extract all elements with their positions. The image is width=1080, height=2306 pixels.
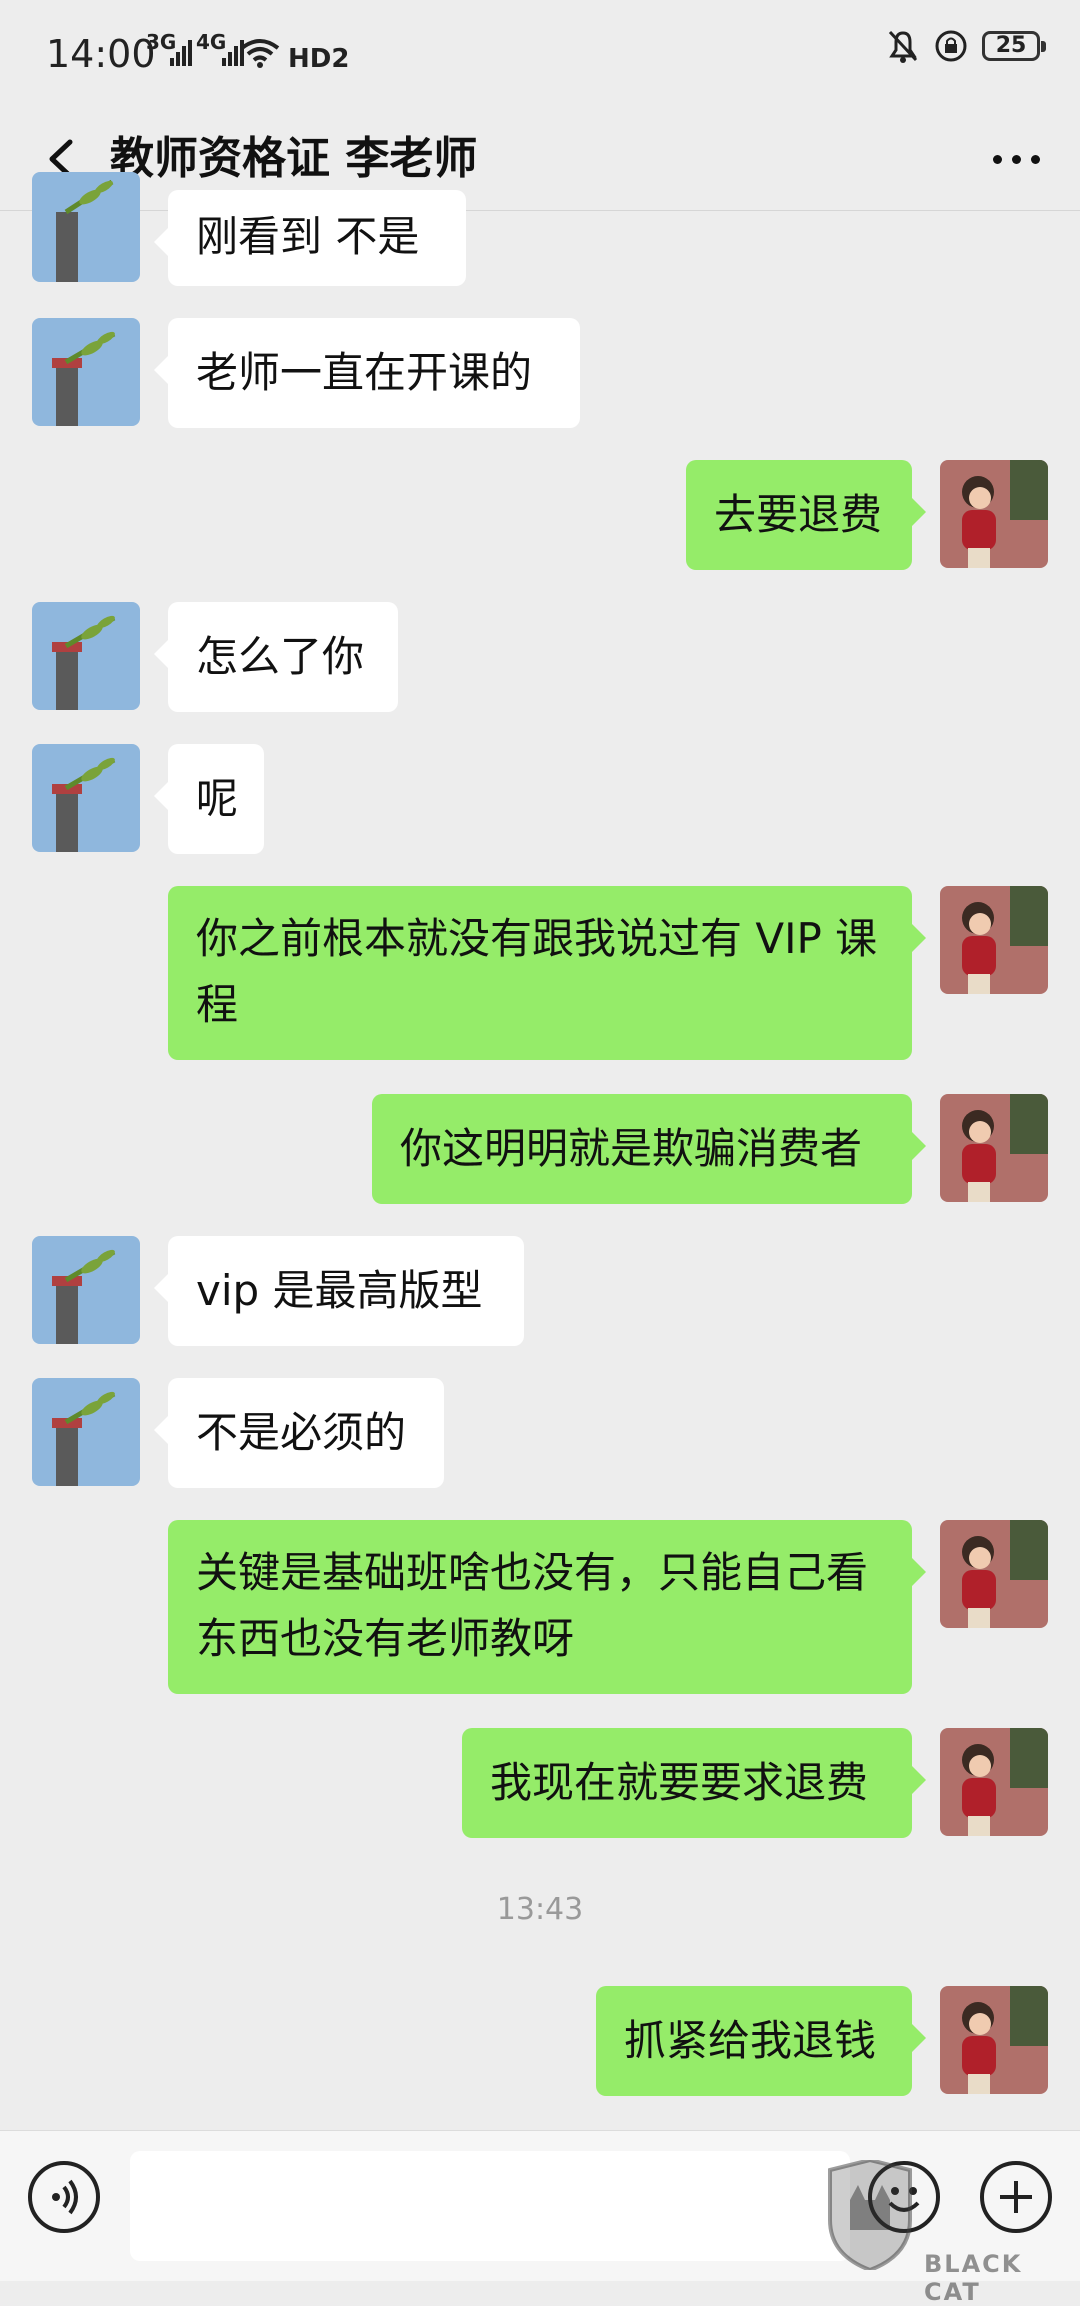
message-text: 关键是基础班啥也没有，只能自己看东西也没有老师教呀 bbox=[196, 1548, 869, 1663]
watermark-text: BLACK CAT bbox=[924, 2250, 1023, 2306]
message-bubble-outgoing[interactable]: 去要退费 bbox=[686, 460, 926, 570]
contact-avatar[interactable] bbox=[32, 318, 140, 426]
message-input[interactable] bbox=[130, 2151, 850, 2261]
chat-title: 教师资格证 李老师 bbox=[110, 133, 478, 184]
hd-badge: HD2 bbox=[288, 44, 350, 74]
contact-avatar[interactable] bbox=[32, 172, 140, 282]
lock-rotation-icon bbox=[935, 30, 967, 62]
more-dot-icon bbox=[1030, 154, 1040, 164]
status-bar: 14:00 3G 4G HD2 25 bbox=[0, 0, 1080, 110]
more-dot-icon bbox=[1011, 154, 1021, 164]
message-text: 呢 bbox=[196, 774, 239, 823]
cat-shield-logo-icon bbox=[828, 2160, 912, 2270]
contact-avatar[interactable] bbox=[32, 602, 140, 710]
bell-muted-icon bbox=[888, 30, 918, 63]
message-bubble-outgoing[interactable]: 关键是基础班啥也没有，只能自己看东西也没有老师教呀 bbox=[168, 1520, 926, 1694]
voice-input-button[interactable] bbox=[28, 2161, 100, 2233]
message-bubble-incoming[interactable]: 怎么了你 bbox=[154, 602, 398, 712]
black-cat-watermark: BLACK CAT bbox=[820, 2160, 1080, 2306]
message-bubble-incoming[interactable]: 老师一直在开课的 bbox=[154, 318, 580, 428]
message-bubble-incoming[interactable]: 不是必须的 bbox=[154, 1378, 444, 1488]
message-text: 不是必须的 bbox=[196, 1408, 407, 1457]
status-time: 14:00 bbox=[46, 32, 156, 76]
more-dot-icon bbox=[992, 154, 1002, 164]
battery-icon: 25 bbox=[982, 31, 1046, 61]
wifi-icon bbox=[240, 39, 280, 68]
more-options-button[interactable] bbox=[976, 124, 1056, 194]
contact-avatar[interactable] bbox=[32, 1236, 140, 1344]
message-text: 抓紧给我退钱 bbox=[624, 2016, 877, 2065]
user-avatar[interactable] bbox=[940, 1520, 1048, 1628]
message-text: 刚看到 不是 bbox=[196, 212, 420, 261]
message-text: 你这明明就是欺骗消费者 bbox=[400, 1124, 863, 1173]
message-bubble-incoming[interactable]: 呢 bbox=[154, 744, 264, 854]
chat-header: 教师资格证 李老师 bbox=[0, 110, 1080, 211]
message-text: 老师一直在开课的 bbox=[196, 348, 533, 397]
contact-avatar[interactable] bbox=[32, 744, 140, 852]
message-bubble-outgoing[interactable]: 我现在就要要求退费 bbox=[462, 1728, 926, 1838]
message-text: 你之前根本就没有跟我说过有 VIP 课程 bbox=[196, 914, 878, 1029]
message-text: 怎么了你 bbox=[196, 632, 365, 681]
message-text: 去要退费 bbox=[714, 490, 883, 539]
user-avatar[interactable] bbox=[940, 1986, 1048, 2094]
user-avatar[interactable] bbox=[940, 886, 1048, 994]
message-bubble-outgoing[interactable]: 抓紧给我退钱 bbox=[596, 1986, 926, 2096]
status-right-group: 25 bbox=[886, 28, 1046, 64]
message-bubble-incoming[interactable]: 刚看到 不是 bbox=[154, 190, 466, 286]
voice-icon bbox=[52, 2179, 78, 2215]
message-timestamp: 13:43 bbox=[496, 1892, 584, 1927]
contact-avatar[interactable] bbox=[32, 1378, 140, 1486]
user-avatar[interactable] bbox=[940, 1728, 1048, 1836]
message-bubble-incoming[interactable]: vip 是最高版型 bbox=[154, 1236, 524, 1346]
user-avatar[interactable] bbox=[940, 460, 1048, 568]
signal-icon-1 bbox=[170, 40, 192, 66]
message-bubble-outgoing[interactable]: 你之前根本就没有跟我说过有 VIP 课程 bbox=[168, 886, 926, 1060]
message-text: 我现在就要要求退费 bbox=[490, 1758, 869, 1807]
message-text: vip 是最高版型 bbox=[196, 1266, 483, 1315]
message-bubble-outgoing[interactable]: 你这明明就是欺骗消费者 bbox=[372, 1094, 926, 1204]
user-avatar[interactable] bbox=[940, 1094, 1048, 1202]
